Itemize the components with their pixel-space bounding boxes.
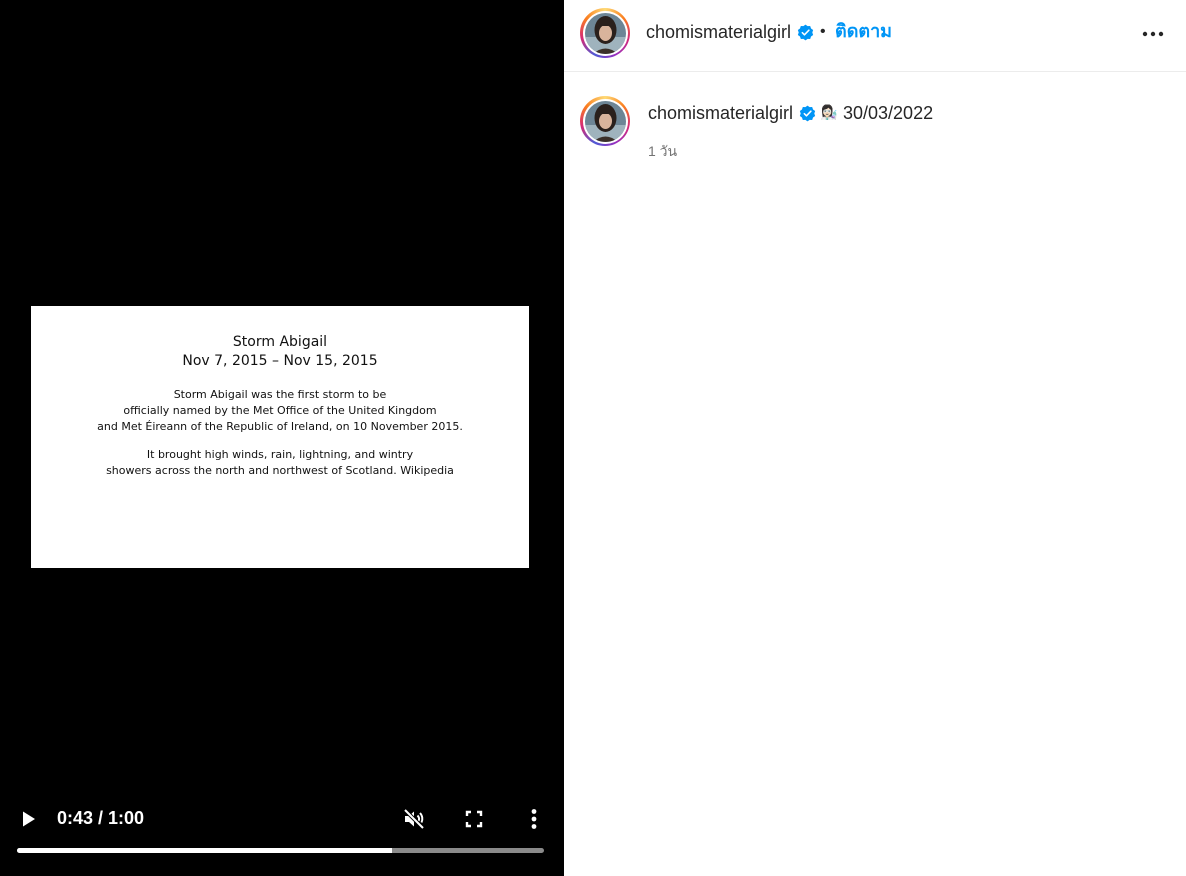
header-username[interactable]: chomismaterialgirl	[646, 21, 791, 43]
fullscreen-button[interactable]	[456, 801, 492, 837]
caption-emoji: 👩🏻‍🔬	[820, 105, 838, 121]
play-icon	[23, 811, 35, 827]
horizontal-dots-icon	[1142, 31, 1164, 37]
vertical-dots-icon	[531, 809, 537, 829]
slide-text-line: officially named by the Met Office of th…	[123, 404, 437, 417]
video-more-button[interactable]	[516, 801, 552, 837]
post-age[interactable]: 1 วัน	[648, 142, 677, 160]
slide-dates: Nov 7, 2015 – Nov 15, 2015	[182, 353, 378, 369]
avatar-photo	[584, 12, 626, 54]
slide-paragraph-2: It brought high winds, rain, lightning, …	[31, 447, 529, 479]
mute-toggle-button[interactable]	[396, 801, 432, 837]
avatar-image	[584, 12, 626, 54]
slide-text-line: showers across the north and northwest o…	[106, 464, 454, 477]
avatar-border	[582, 10, 628, 56]
caption-text: 30/03/2022	[843, 103, 934, 123]
slide-title: Storm Abigail	[232, 334, 328, 350]
post-viewer: Storm Abigail Nov 7, 2015 – Nov 15, 2015…	[0, 0, 1186, 876]
video-controls: 0:43 / 1:00	[0, 800, 564, 876]
video-frame: Storm Abigail Nov 7, 2015 – Nov 15, 2015…	[31, 306, 529, 568]
avatar[interactable]	[580, 8, 630, 58]
post-sidebar: chomismaterialgirl • ติดตาม chomismateri…	[564, 0, 1186, 876]
avatar-image	[584, 100, 626, 142]
play-button[interactable]	[10, 801, 46, 837]
time-readout: 0:43 / 1:00	[57, 808, 145, 828]
slide-text-line: It brought high winds, rain, lightning, …	[146, 448, 414, 461]
dot-separator: •	[820, 23, 826, 40]
avatar-border	[582, 98, 628, 144]
verified-badge-icon	[797, 24, 814, 41]
verified-badge-icon	[799, 105, 816, 122]
slide-text-line: and Met Éireann of the Republic of Irela…	[97, 420, 463, 433]
avatar-photo	[584, 100, 626, 142]
post-options-button[interactable]	[1140, 22, 1166, 46]
progress-bar[interactable]	[17, 848, 544, 853]
muted-speaker-icon	[403, 808, 425, 830]
progress-played	[17, 848, 392, 853]
video-player[interactable]: Storm Abigail Nov 7, 2015 – Nov 15, 2015…	[0, 0, 564, 876]
caption-avatar[interactable]	[580, 96, 630, 146]
post-header: chomismaterialgirl • ติดตาม	[564, 0, 1186, 72]
follow-button[interactable]: ติดตาม	[835, 20, 892, 42]
caption-username[interactable]: chomismaterialgirl	[648, 102, 793, 124]
slide-paragraph-1: Storm Abigail was the first storm to be …	[31, 387, 529, 435]
fullscreen-icon	[465, 810, 483, 828]
slide-text-line: Storm Abigail was the first storm to be	[173, 388, 387, 401]
